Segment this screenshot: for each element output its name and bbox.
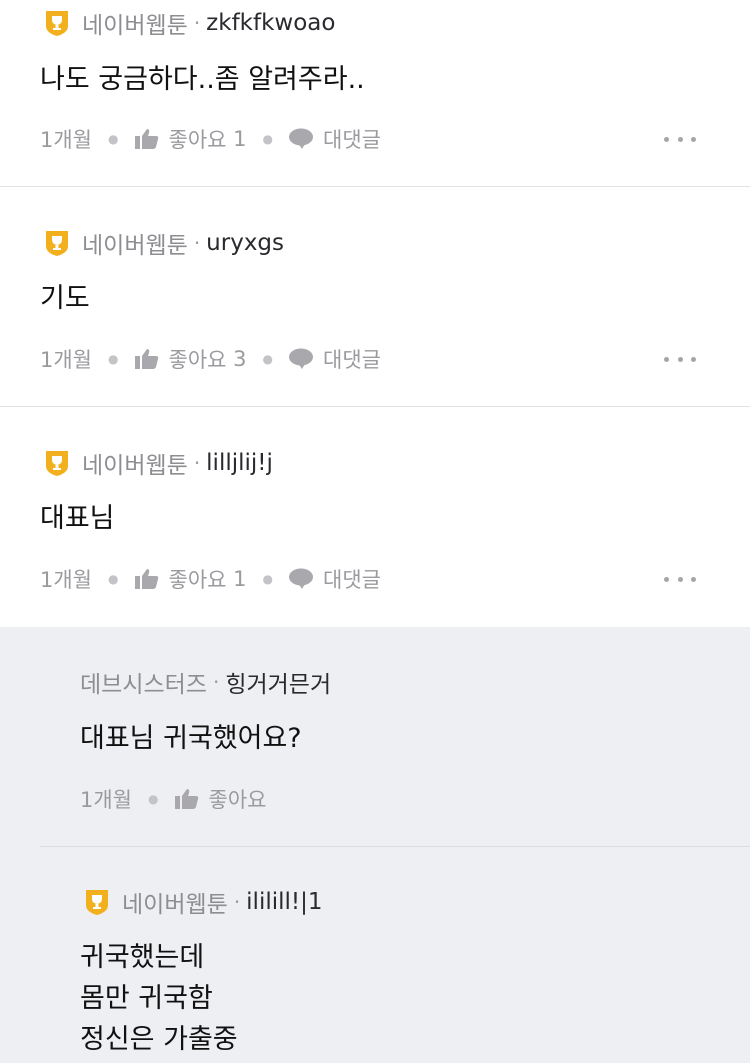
like-label: 좋아요 [168, 128, 227, 152]
meta-separator: ● [262, 352, 274, 366]
speech-bubble-icon [289, 568, 314, 589]
author-group: 네이버웹툰 [82, 233, 188, 259]
comment-meta: 1개월 ● 좋아요 1 ● 대댓글 [40, 562, 381, 596]
reply-button[interactable]: 대댓글 [289, 124, 381, 154]
reply-text: 대표님 귀국했어요? [80, 723, 302, 754]
meta-separator: ● [262, 572, 274, 586]
more-dots-icon[interactable] [664, 349, 696, 369]
reply-text: 귀국했는데 몸만 귀국함 정신은 가출중 [80, 942, 238, 1055]
more-dots-icon[interactable] [664, 569, 696, 589]
like-button[interactable]: 좋아요 [174, 784, 267, 814]
comment-meta: 1개월 ● 좋아요 3 ● 대댓글 [40, 342, 381, 376]
reply-label: 대댓글 [323, 128, 381, 152]
comment-age: 1개월 [40, 128, 93, 152]
meta-separator: ● [108, 352, 119, 366]
comment-text: 기도 [40, 283, 90, 314]
reply-button[interactable]: 대댓글 [289, 564, 381, 594]
reply-author[interactable]: 네이버웹툰 · ililill!|1 [84, 885, 323, 919]
like-label: 좋아요 [168, 348, 227, 372]
reply-age: 1개월 [80, 788, 133, 812]
comment-author[interactable]: 네이버웹툰 · uryxgs [44, 226, 284, 260]
trophy-badge-icon [46, 451, 68, 476]
like-button[interactable]: 좋아요 3 [134, 344, 247, 374]
author-nickname[interactable]: lilljlij!j [206, 450, 273, 476]
author-nickname[interactable]: 힝거거믄거 [225, 665, 331, 699]
like-count: 3 [233, 347, 247, 371]
comment-age: 1개월 [40, 568, 93, 592]
speech-bubble-icon [289, 348, 314, 369]
author-group: 네이버웹툰 [82, 453, 188, 479]
author-separator: · [212, 670, 220, 694]
like-label: 좋아요 [168, 568, 227, 592]
meta-separator: ● [262, 132, 274, 146]
comment-item: 네이버웹툰 · lilljlij!j 대표님 1개월 ● 좋아요 1 ● 대댓글 [0, 407, 750, 627]
meta-separator: ● [108, 572, 119, 586]
comment-author[interactable]: 네이버웹툰 · zkfkfkwoao [44, 6, 335, 40]
author-separator: · [233, 890, 241, 914]
author-separator: · [193, 231, 201, 255]
meta-separator: ● [148, 792, 159, 806]
like-button[interactable]: 좋아요 1 [134, 564, 247, 594]
thumbs-up-icon [134, 569, 158, 589]
author-nickname[interactable]: uryxgs [206, 230, 284, 256]
like-button[interactable]: 좋아요 1 [134, 124, 247, 154]
comment-text: 나도 궁금하다..좀 알려주라.. [40, 64, 365, 95]
thumbs-up-icon [134, 349, 158, 369]
author-nickname[interactable]: ililill!|1 [246, 889, 322, 915]
meta-separator: ● [108, 132, 119, 146]
author-nickname[interactable]: zkfkfkwoao [206, 10, 335, 36]
more-dots-icon[interactable] [664, 129, 696, 149]
comment-author[interactable]: 네이버웹툰 · lilljlij!j [44, 446, 273, 480]
reply-label: 대댓글 [323, 568, 381, 592]
thumbs-up-icon [134, 129, 158, 149]
like-count: 1 [233, 567, 247, 591]
author-group: 네이버웹툰 [122, 892, 228, 918]
trophy-badge-icon [46, 11, 68, 36]
comment-item: 네이버웹툰 · uryxgs 기도 1개월 ● 좋아요 3 ● 대댓글 [0, 187, 750, 406]
author-separator: · [193, 451, 201, 475]
reply-button[interactable]: 대댓글 [289, 344, 381, 374]
like-label: 좋아요 [208, 788, 267, 812]
comment-meta: 1개월 ● 좋아요 1 ● 대댓글 [40, 122, 381, 156]
comment-text: 대표님 [40, 503, 115, 534]
like-count: 1 [233, 127, 247, 151]
comment-item: 네이버웹툰 · zkfkfkwoao 나도 궁금하다..좀 알려주라.. 1개월… [0, 0, 750, 186]
author-group: 네이버웹툰 [82, 13, 188, 39]
thumbs-up-icon [174, 789, 198, 809]
reply-label: 대댓글 [323, 348, 381, 372]
trophy-badge-icon [46, 231, 68, 256]
reply-divider [40, 846, 750, 847]
reply-meta: 1개월 ● 좋아요 [80, 782, 266, 816]
author-separator: · [193, 11, 201, 35]
comment-age: 1개월 [40, 348, 93, 372]
reply-thread: 데브시스터즈 · 힝거거믄거 대표님 귀국했어요? 1개월 ● 좋아요 네이버웹… [0, 627, 750, 1063]
reply-author[interactable]: 데브시스터즈 · 힝거거믄거 [80, 665, 331, 699]
trophy-badge-icon [86, 890, 108, 915]
author-group: 데브시스터즈 [80, 672, 207, 698]
speech-bubble-icon [289, 128, 314, 149]
